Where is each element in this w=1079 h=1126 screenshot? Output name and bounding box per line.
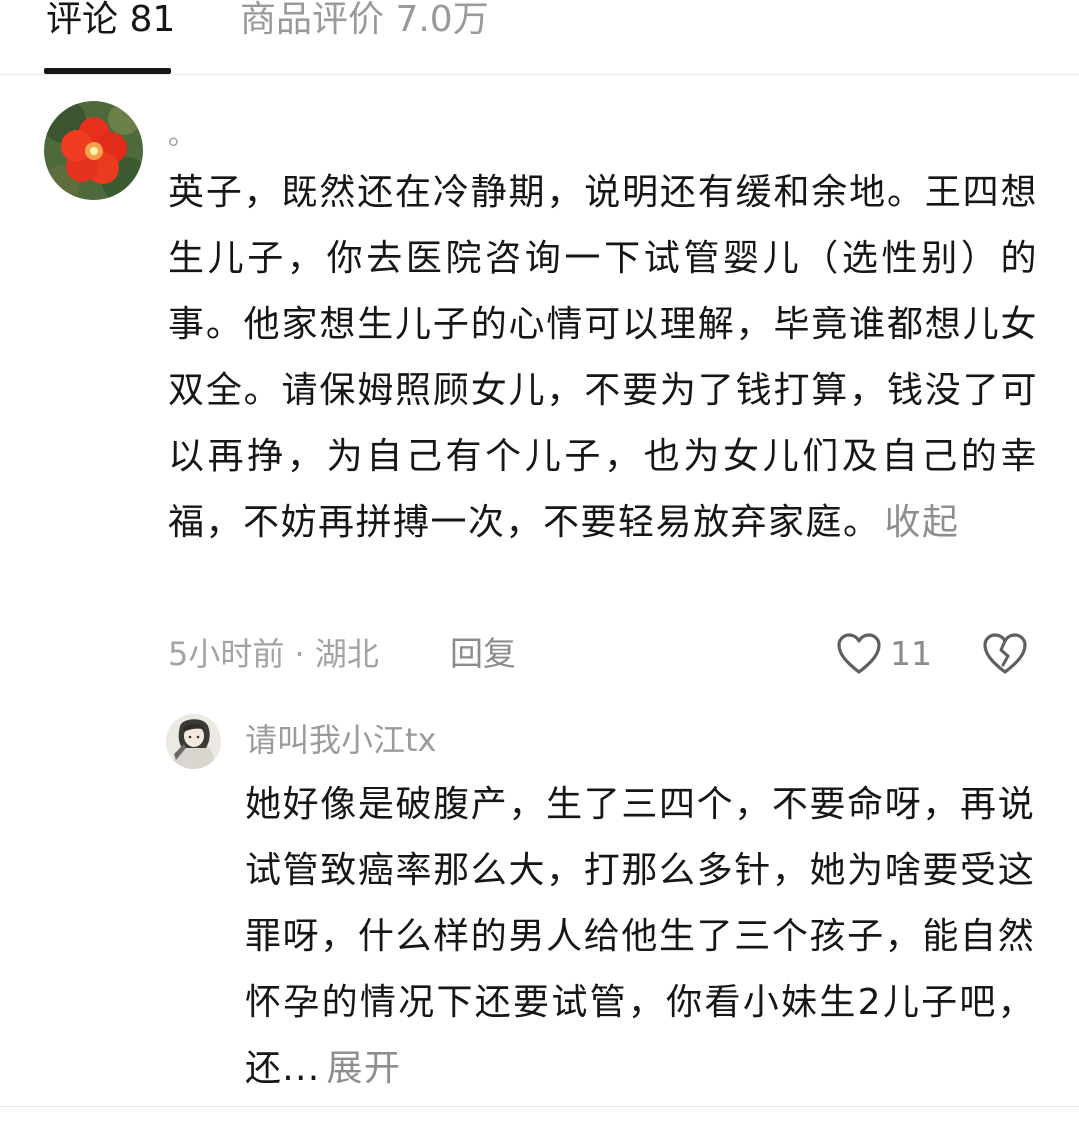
comment-location: 湖北 (314, 635, 379, 673)
anime-character-avatar-icon (166, 714, 221, 769)
comment-meta: 5小时前 · 湖北 (168, 632, 379, 676)
tab-comments[interactable]: 评论 81 (46, 0, 175, 40)
commenter-avatar[interactable] (44, 101, 143, 200)
reply-body: 她好像是破腹产，生了三四个，不要命呀，再说试管致癌率那么大，打那么多针，她为啥要… (245, 772, 1035, 1102)
collapse-link[interactable]: 收起 (885, 502, 960, 543)
commenter-username[interactable]: 。 (168, 120, 196, 150)
comment-body: 英子，既然还在冷静期，说明还有缓和余地。王四想生儿子，你去医院咨询一下试管婴儿（… (168, 160, 1038, 556)
reply-button[interactable]: 回复 (450, 632, 516, 676)
dislike-button[interactable] (982, 632, 1028, 676)
like-button[interactable] (836, 632, 882, 676)
divider (0, 1106, 1079, 1107)
tab-product-reviews[interactable]: 商品评价 7.0万 (240, 0, 489, 40)
reply-text: 她好像是破腹产，生了三四个，不要命呀，再说试管致癌率那么大，打那么多针，她为啥要… (245, 784, 1035, 1089)
active-tab-indicator (44, 68, 171, 74)
comment-text: 英子，既然还在冷静期，说明还有缓和余地。王四想生儿子，你去医院咨询一下试管婴儿（… (168, 172, 1038, 543)
heart-outline-icon (837, 633, 881, 674)
reply-avatar[interactable] (166, 714, 221, 769)
expand-link[interactable]: 展开 (327, 1048, 402, 1089)
reply-username[interactable]: 请叫我小江tx (245, 720, 437, 760)
meta-separator: · (294, 635, 305, 673)
red-flower-avatar-icon (44, 101, 143, 200)
like-count: 11 (890, 634, 932, 673)
tab-bar: 评论 81 商品评价 7.0万 (0, 0, 1079, 75)
comment-time: 5小时前 (168, 635, 285, 673)
broken-heart-icon (983, 633, 1027, 674)
